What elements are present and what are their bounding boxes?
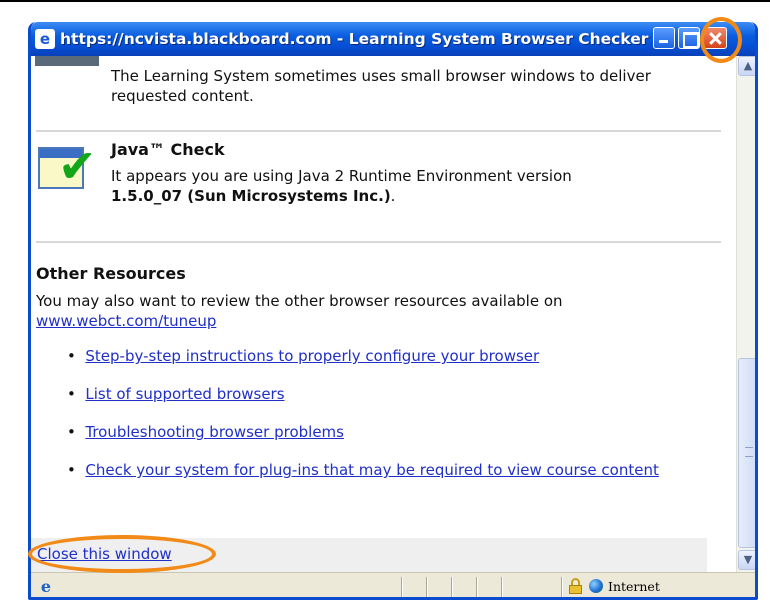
java-check-text: It appears you are using Java 2 Runtime …	[111, 166, 711, 206]
maximize-button[interactable]	[678, 27, 700, 49]
list-item: • Step-by-step instructions to properly …	[67, 346, 707, 366]
divider	[36, 241, 721, 243]
ie-icon: e	[40, 577, 52, 596]
status-divider	[476, 577, 478, 597]
status-divider	[561, 577, 563, 597]
java-period: .	[390, 187, 396, 205]
divider	[36, 130, 721, 132]
ie-page-icon: e	[35, 29, 55, 49]
status-divider	[426, 577, 428, 597]
security-zone-label: Internet	[608, 579, 660, 594]
scroll-up-arrow-icon[interactable]: ▲	[738, 56, 755, 76]
scroll-down-arrow-icon[interactable]: ▼	[738, 550, 755, 570]
troubleshooting-link[interactable]: Troubleshooting browser problems	[85, 423, 344, 441]
popup-graphic	[35, 56, 99, 66]
bullet: •	[67, 347, 86, 365]
tuneup-link[interactable]: www.webct.com/tuneup	[36, 312, 216, 330]
java-check-prefix: It appears you are using Java 2 Runtime …	[111, 167, 572, 185]
list-item: • List of supported browsers	[67, 384, 707, 404]
configure-browser-link[interactable]: Step-by-step instructions to properly co…	[85, 347, 539, 365]
vertical-scrollbar[interactable]: ▲ ▼	[736, 56, 755, 572]
status-bar: e Internet	[31, 572, 755, 597]
plugins-check-link[interactable]: Check your system for plug-ins that may …	[85, 461, 658, 479]
popup-note: The Learning System sometimes uses small…	[111, 67, 651, 105]
bullet: •	[67, 385, 86, 403]
java-check-heading: Java™ Check	[111, 140, 225, 159]
close-link-highlight	[28, 535, 216, 573]
minimize-button[interactable]	[653, 27, 675, 49]
scrollbar-thumb[interactable]	[738, 358, 755, 548]
list-item: • Check your system for plug-ins that ma…	[67, 460, 712, 480]
list-item: • Troubleshooting browser problems	[67, 422, 707, 442]
window-title: https://ncvista.blackboard.com - Learnin…	[60, 30, 670, 48]
resources-intro: You may also want to review the other br…	[36, 291, 716, 331]
close-button-highlight	[700, 17, 742, 63]
lock-icon	[569, 578, 582, 594]
content-area: The Learning System sometimes uses small…	[31, 56, 736, 572]
internet-zone-icon	[589, 579, 603, 593]
bullet: •	[67, 461, 86, 479]
java-version: 1.5.0_07 (Sun Microsystems Inc.)	[111, 187, 391, 205]
java-check-icon: ✔	[38, 143, 97, 195]
browser-popup-window: e https://ncvista.blackboard.com - Learn…	[28, 22, 758, 600]
top-rule	[0, 0, 770, 2]
status-divider	[401, 577, 403, 597]
resources-intro-text: You may also want to review the other br…	[36, 292, 563, 310]
bullet: •	[67, 423, 86, 441]
other-resources-heading: Other Resources	[36, 264, 186, 283]
title-bar[interactable]: e https://ncvista.blackboard.com - Learn…	[31, 22, 755, 56]
status-divider	[501, 577, 503, 597]
status-divider	[451, 577, 453, 597]
supported-browsers-link[interactable]: List of supported browsers	[85, 385, 284, 403]
